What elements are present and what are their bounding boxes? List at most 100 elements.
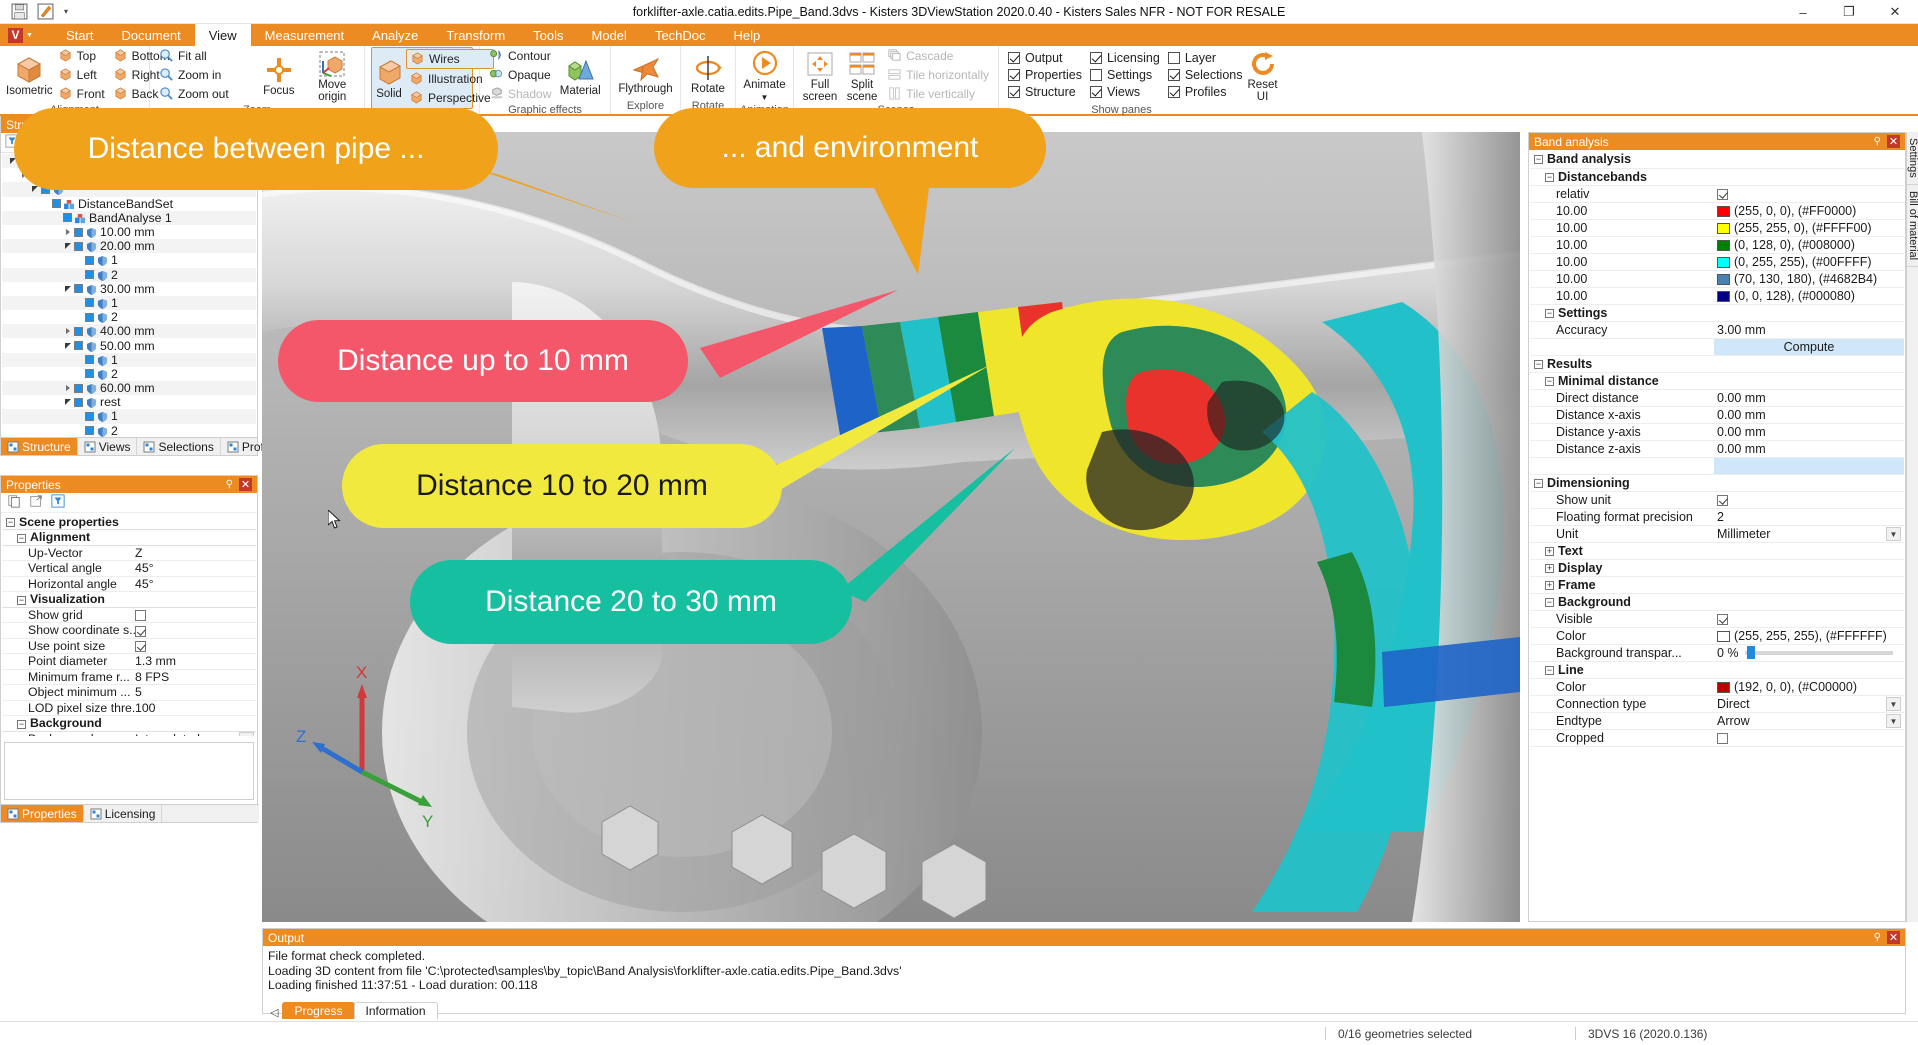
scene-tile-vertically[interactable]: Tile vertically [884,85,992,103]
property-row[interactable]: Color (255, 255, 255), (#FFFFFF) [1530,627,1904,645]
visibility-checkbox[interactable] [74,383,83,393]
properties-toolbar[interactable] [1,493,257,513]
property-row[interactable]: − Results [1530,355,1904,373]
property-value[interactable] [135,622,256,639]
tab-structure[interactable]: Structure [1,438,78,455]
checkbox-icon[interactable] [1008,86,1020,98]
gfx-contour[interactable]: Contour [486,47,554,65]
property-value[interactable]: (70, 130, 180), (#4682B4) [1714,270,1904,288]
tree-row[interactable]: 2 [2,424,256,438]
structure-tabstrip[interactable]: StructureViewsSelectionsProfiles [1,437,289,455]
expand-arrow-open-icon[interactable] [61,342,74,349]
pin-icon[interactable]: ⚲ [1874,932,1881,943]
scene-cascade[interactable]: Cascade [884,47,992,65]
property-row[interactable]: − Band analysis [1530,151,1904,169]
animate-dropdown-icon[interactable]: ▼ [761,92,769,103]
expand-arrow-closed-icon[interactable] [61,385,74,392]
split-scene-button[interactable]: Split scene [842,47,882,103]
checkbox-icon[interactable] [135,625,146,637]
ribbon-tab-transform[interactable]: Transform [432,24,519,46]
property-value[interactable] [1714,457,1904,475]
align-left[interactable]: Left [55,66,108,84]
property-row[interactable]: Object minimum ... 5 [2,684,256,701]
property-value[interactable] [1714,576,1904,594]
show-pane-views[interactable]: Views [1087,84,1163,100]
property-row[interactable]: Show coordinate s... [2,622,256,639]
visibility-checkbox[interactable] [85,426,94,436]
property-value[interactable]: (255, 255, 0), (#FFFF00) [1714,219,1904,237]
compute-button[interactable]: Compute [1784,340,1835,354]
ribbon-tab-techdoc[interactable]: TechDoc [641,24,720,46]
property-row[interactable]: LOD pixel size thre... 100 [2,700,256,716]
property-row[interactable]: Show unit [1530,491,1904,509]
side-tab-settings[interactable]: Settings [1907,132,1918,185]
property-row[interactable]: Distance y-axis 0.00 mm [1530,423,1904,441]
expand-icon[interactable]: + [1545,563,1554,573]
property-value[interactable] [135,638,256,654]
property-value[interactable] [135,607,256,623]
visibility-checkbox[interactable] [74,241,83,251]
tree-row[interactable]: 2 [2,367,256,381]
property-value[interactable]: ▼ Interpolated [135,731,256,736]
checkbox-icon[interactable] [1717,613,1728,625]
collapse-icon[interactable]: − [17,719,26,729]
property-value[interactable]: 0.00 mm [1714,423,1904,441]
checkbox-icon[interactable] [1167,52,1180,64]
property-value[interactable] [1714,593,1904,611]
ribbon-tab-model[interactable]: Model [578,24,641,46]
visibility-checkbox[interactable] [85,270,94,280]
transparency-slider[interactable] [1744,646,1893,660]
property-row[interactable]: − Alignment [2,529,256,546]
reset-ui-button[interactable]: Reset UI [1248,47,1278,103]
show-pane-output[interactable]: Output [1005,50,1085,66]
property-row[interactable]: Unit ▼ Millimeter [1530,525,1904,543]
checkbox-icon[interactable] [1008,69,1020,81]
tree-row[interactable]: 1 [2,352,256,367]
zoom-fit-all[interactable]: Fit all [156,47,251,65]
property-row[interactable]: − Background [2,715,256,732]
collapse-icon[interactable]: − [17,595,26,605]
property-value[interactable] [1714,610,1904,628]
visibility-checkbox[interactable] [85,298,94,308]
visibility-checkbox[interactable] [85,355,94,365]
expand-icon[interactable]: + [1545,580,1554,590]
property-row[interactable]: Show grid [2,607,256,623]
property-value[interactable]: 0.00 mm [1714,406,1904,424]
property-value[interactable] [1714,151,1904,169]
tree-row[interactable]: 1 [2,253,256,267]
property-value[interactable]: (255, 255, 255), (#FFFFFF) [1714,627,1904,645]
property-row[interactable]: − Dimensioning [1530,474,1904,492]
property-value[interactable] [135,591,256,608]
property-value[interactable]: 3.00 mm [1714,321,1904,339]
chevron-down-icon[interactable]: ▼ [239,731,254,736]
app-menu-button[interactable]: V ▼ [0,24,52,46]
property-value[interactable]: 45° [135,560,256,577]
property-row[interactable]: − Minimal distance [1530,372,1904,390]
solid-button[interactable]: Solid [374,56,404,100]
checkbox-icon[interactable] [1167,86,1180,98]
property-value[interactable] [1714,542,1904,560]
window-controls[interactable]: – ❐ ✕ [1780,0,1918,24]
side-tab-bill-of-material[interactable]: Bill of material [1907,185,1918,267]
expand-arrow-open-icon[interactable] [61,399,74,406]
tree-row[interactable]: 10.00 mm [2,225,256,239]
property-value[interactable]: 1.3 mm [135,653,256,670]
property-value[interactable] [1714,304,1904,322]
band-analysis-table[interactable]: − Band analysis − Distancebands relativ 10.00… [1530,151,1904,747]
property-value[interactable] [1714,355,1904,373]
right-side-tabstrip[interactable]: Settings Bill of material [1906,132,1918,922]
visibility-checkbox[interactable] [85,255,94,265]
copy-icon[interactable] [7,494,21,511]
checkbox-icon[interactable] [1089,86,1102,98]
band-analysis-tools[interactable]: ⚲ ✕ [1874,135,1900,148]
expand-icon[interactable]: + [1545,546,1554,556]
expand-arrow-open-icon[interactable] [61,285,74,292]
pin-icon[interactable]: ⚲ [226,479,233,490]
property-row[interactable]: 10.00 (0, 255, 255), (#00FFFF) [1530,253,1904,271]
checkbox-icon[interactable] [1717,188,1728,200]
property-value[interactable]: (192, 0, 0), (#C00000) [1714,678,1904,696]
property-row[interactable]: − Distancebands [1530,168,1904,186]
visibility-checkbox[interactable] [74,397,83,407]
expand-arrow-closed-icon[interactable] [61,229,74,236]
property-value[interactable] [1714,168,1904,186]
